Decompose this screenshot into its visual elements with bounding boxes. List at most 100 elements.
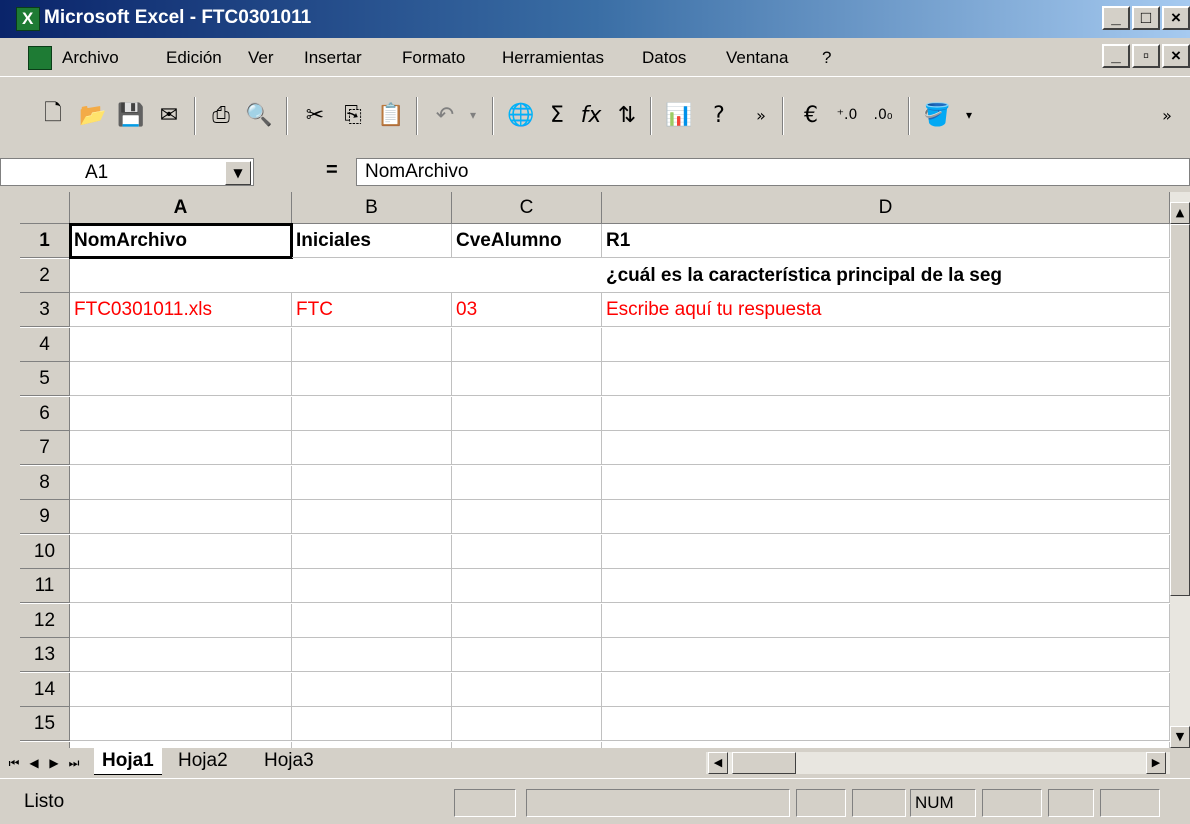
cell-b2[interactable] xyxy=(292,259,452,293)
cell-a13[interactable] xyxy=(70,638,292,672)
cell-a15[interactable] xyxy=(70,707,292,741)
cell-b5[interactable] xyxy=(292,362,452,396)
cell-c13[interactable] xyxy=(452,638,602,672)
column-header-b[interactable]: B xyxy=(292,192,452,224)
scroll-up-icon[interactable]: ▲ xyxy=(1170,202,1190,224)
cell-d13[interactable] xyxy=(602,638,1170,672)
menu-ver[interactable]: Ver xyxy=(248,48,274,68)
menu-help[interactable]: ? xyxy=(822,48,831,68)
copy-icon[interactable]: ⎘ xyxy=(336,98,370,132)
toolbar-overflow-right-icon[interactable]: » xyxy=(1150,98,1184,132)
cell-a12[interactable] xyxy=(70,603,292,638)
row-header-11[interactable]: 11 xyxy=(20,569,70,603)
maximize-button[interactable]: □ xyxy=(1132,6,1160,30)
cell-c4[interactable] xyxy=(452,327,602,362)
cut-icon[interactable]: ✂ xyxy=(298,98,332,132)
cell-d8[interactable] xyxy=(602,465,1170,500)
row-header-14[interactable]: 14 xyxy=(20,672,70,707)
cell-b7[interactable] xyxy=(292,431,452,465)
cell-c3[interactable]: 03 xyxy=(452,293,602,327)
minimize-button[interactable]: _ xyxy=(1102,6,1130,30)
cell-c11[interactable] xyxy=(452,569,602,603)
print-icon[interactable]: ⎙ xyxy=(204,98,238,132)
row-header-13[interactable]: 13 xyxy=(20,638,70,672)
scroll-right-icon[interactable]: ▶ xyxy=(1146,752,1166,774)
cell-b14[interactable] xyxy=(292,672,452,707)
first-sheet-icon[interactable]: ⏮ xyxy=(4,752,24,774)
formula-input[interactable]: NomArchivo xyxy=(356,158,1190,186)
row-header-8[interactable]: 8 xyxy=(20,465,70,500)
cell-c5[interactable] xyxy=(452,362,602,396)
close-button[interactable]: × xyxy=(1162,6,1190,30)
paste-icon[interactable]: 📋 xyxy=(374,98,408,132)
cell-a6[interactable] xyxy=(70,396,292,431)
cell-b1[interactable]: Iniciales xyxy=(292,224,452,258)
scroll-left-icon[interactable]: ◀ xyxy=(708,752,728,774)
row-header-9[interactable]: 9 xyxy=(20,500,70,534)
function-icon[interactable]: fx xyxy=(574,98,608,132)
fill-color-dropdown-icon[interactable]: ▾ xyxy=(952,98,986,132)
cell-d4[interactable] xyxy=(602,327,1170,362)
workbook-icon[interactable] xyxy=(28,46,52,70)
cell-b10[interactable] xyxy=(292,534,452,569)
next-sheet-icon[interactable]: ▶ xyxy=(44,752,64,774)
hyperlink-globe-icon[interactable]: 🌐 xyxy=(504,98,538,132)
cell-d12[interactable] xyxy=(602,603,1170,638)
menu-archivo[interactable]: Archivo xyxy=(62,48,119,68)
vertical-scroll-thumb[interactable] xyxy=(1170,224,1190,596)
cell-b3[interactable]: FTC xyxy=(292,293,452,327)
cell-d7[interactable] xyxy=(602,431,1170,465)
cell-c15[interactable] xyxy=(452,707,602,741)
save-icon[interactable]: 💾 xyxy=(114,98,148,132)
select-all-corner[interactable] xyxy=(20,192,70,224)
horizontal-scroll-thumb[interactable] xyxy=(732,752,796,774)
row-header-10[interactable]: 10 xyxy=(20,534,70,569)
menu-herramientas[interactable]: Herramientas xyxy=(502,48,604,68)
cell-b6[interactable] xyxy=(292,396,452,431)
cell-d11[interactable] xyxy=(602,569,1170,603)
cell-b11[interactable] xyxy=(292,569,452,603)
menu-datos[interactable]: Datos xyxy=(642,48,686,68)
menu-ventana[interactable]: Ventana xyxy=(726,48,788,68)
cell-a1[interactable]: NomArchivo xyxy=(69,223,293,259)
fill-color-icon[interactable]: 🪣 xyxy=(920,98,954,132)
increase-decimal-icon[interactable]: ⁺.0 xyxy=(830,98,864,132)
cell-a8[interactable] xyxy=(70,465,292,500)
name-box[interactable]: A1 ▼ xyxy=(0,158,254,186)
doc-minimize-button[interactable]: _ xyxy=(1102,44,1130,68)
new-document-icon[interactable]: 🗋 xyxy=(36,98,70,132)
chevron-down-icon[interactable]: ▼ xyxy=(225,161,251,185)
cell-c14[interactable] xyxy=(452,672,602,707)
toolbar-overflow-icon[interactable]: » xyxy=(744,98,778,132)
cell-a2[interactable] xyxy=(70,259,292,293)
row-header-3[interactable]: 3 xyxy=(20,293,70,327)
chart-wizard-icon[interactable]: 📊 xyxy=(662,98,696,132)
equals-icon[interactable]: = xyxy=(326,159,338,182)
cell-b15[interactable] xyxy=(292,707,452,741)
cell-c9[interactable] xyxy=(452,500,602,534)
cell-b13[interactable] xyxy=(292,638,452,672)
column-header-d[interactable]: D xyxy=(602,192,1170,224)
cell-d3[interactable]: Escribe aquí tu respuesta xyxy=(602,293,1170,327)
cell-d9[interactable] xyxy=(602,500,1170,534)
cell-a3[interactable]: FTC0301011.xls xyxy=(70,293,292,327)
vertical-scrollbar[interactable]: ▲ ▼ xyxy=(1170,192,1190,748)
cell-d15[interactable] xyxy=(602,707,1170,741)
tab-hoja3[interactable]: Hoja3 xyxy=(256,748,322,774)
cell-a9[interactable] xyxy=(70,500,292,534)
tab-hoja1[interactable]: Hoja1 xyxy=(94,748,162,775)
row-header-1[interactable]: 1 xyxy=(20,224,70,258)
column-header-c[interactable]: C xyxy=(452,192,602,224)
cell-c6[interactable] xyxy=(452,396,602,431)
doc-close-button[interactable]: × xyxy=(1162,44,1190,68)
menu-insertar[interactable]: Insertar xyxy=(304,48,362,68)
cell-b9[interactable] xyxy=(292,500,452,534)
cell-c12[interactable] xyxy=(452,603,602,638)
cell-c1[interactable]: CveAlumno xyxy=(452,224,602,258)
cell-d14[interactable] xyxy=(602,672,1170,707)
menu-edicion[interactable]: Edición xyxy=(166,48,222,68)
cell-d10[interactable] xyxy=(602,534,1170,569)
row-header-12[interactable]: 12 xyxy=(20,603,70,638)
row-header-15[interactable]: 15 xyxy=(20,707,70,741)
decrease-decimal-icon[interactable]: .0₀ xyxy=(866,98,900,132)
